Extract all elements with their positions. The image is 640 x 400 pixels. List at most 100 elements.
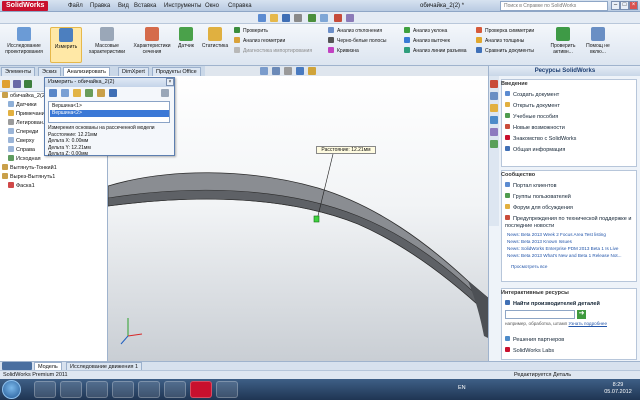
news-item[interactable]: News: Beta 2013 Known Issues <box>507 239 572 246</box>
measure-button[interactable]: Измерить <box>50 27 82 63</box>
tree-item[interactable]: Вытянуть-Тонкий1 <box>2 164 57 172</box>
custom-properties-icon[interactable] <box>490 140 498 148</box>
section-properties-button[interactable]: Характеристики сечения <box>130 27 174 55</box>
link-partner-solutions[interactable]: Решения партнеров <box>505 336 564 344</box>
menu-edit[interactable]: Правка <box>90 2 110 10</box>
system-clock[interactable]: 8:29 05.07.2012 <box>600 382 636 396</box>
tree-item[interactable]: обичайка_2(2) <box>2 92 47 100</box>
minimize-icon[interactable]: – <box>611 1 620 10</box>
import-diagnostics-button[interactable]: Диагностика импортирования <box>234 47 312 55</box>
paint-taskbar-icon[interactable] <box>216 381 238 398</box>
draft-analysis-button[interactable]: Анализ уклона <box>404 27 447 35</box>
link-support-news[interactable]: Предупреждения по технической поддержке … <box>505 215 633 230</box>
solidworks-taskbar-icon[interactable] <box>190 381 212 398</box>
messenger-taskbar-icon[interactable] <box>164 381 186 398</box>
link-discussion-forum[interactable]: Форум для обсуждения <box>505 204 573 212</box>
tab-evaluate[interactable]: Анализировать <box>63 67 110 76</box>
property-manager-icon[interactable] <box>13 80 21 88</box>
rebuild-icon[interactable] <box>334 14 342 22</box>
save-sensor-icon[interactable] <box>109 89 117 97</box>
curvature-button[interactable]: Кривизна <box>328 47 359 55</box>
resources-icon[interactable] <box>490 80 498 88</box>
thickness-analysis-button[interactable]: Анализ толщины <box>476 37 524 45</box>
symmetry-check-button[interactable]: Проверка симметрии <box>476 27 534 35</box>
explorer-folder-taskbar-icon[interactable] <box>86 381 108 398</box>
tree-item[interactable]: Справа <box>8 146 35 154</box>
link-customer-portal[interactable]: Портал клиентов <box>505 182 557 190</box>
link-whats-new[interactable]: Новые возможности <box>505 124 565 132</box>
selected-vertex[interactable] <box>313 215 320 223</box>
select-icon[interactable] <box>320 14 328 22</box>
list-item[interactable]: Вершина<1> <box>50 103 169 110</box>
link-new-document[interactable]: Создать документ <box>505 91 559 99</box>
tab-sketch[interactable]: Эскиз <box>38 67 61 76</box>
deviation-analysis-button[interactable]: Анализ отклонения <box>328 27 382 35</box>
point-to-point-icon[interactable] <box>85 89 93 97</box>
start-button[interactable] <box>2 380 21 399</box>
view-all-link[interactable]: Просмотреть все <box>511 264 547 271</box>
close-icon[interactable]: × <box>629 1 638 10</box>
tree-item[interactable]: Вырез-Вытянуть1 <box>2 173 55 181</box>
dialog-close-icon[interactable]: × <box>166 78 174 86</box>
tree-item[interactable]: Сверху <box>8 137 34 145</box>
file-explorer-icon[interactable] <box>490 104 498 112</box>
tree-item[interactable]: Спереди <box>8 128 38 136</box>
design-library-icon[interactable] <box>490 92 498 100</box>
learn-more-link[interactable]: Узнать подробнее <box>568 321 607 326</box>
maximize-icon[interactable]: □ <box>620 1 629 10</box>
tab-nav-arrows[interactable] <box>2 362 32 370</box>
opera-taskbar-icon[interactable] <box>138 381 160 398</box>
menu-tools[interactable]: Инструменты <box>164 2 201 10</box>
new-icon[interactable] <box>258 14 266 22</box>
undo-icon[interactable] <box>308 14 316 22</box>
design-study-button[interactable]: Исследование проектирования <box>2 27 46 55</box>
view-orientation-icon[interactable] <box>296 67 304 75</box>
configuration-manager-icon[interactable] <box>24 80 32 88</box>
menu-view[interactable]: Вид <box>118 2 129 10</box>
language-indicator[interactable]: EN <box>458 385 466 391</box>
news-item[interactable]: News: Beta 2013 What's New and Beta 1 Re… <box>507 253 622 260</box>
selection-list[interactable]: Вершина<1> Вершина<2> <box>48 101 170 123</box>
zoom-fit-icon[interactable] <box>260 67 268 75</box>
view-palette-icon[interactable] <box>490 116 498 124</box>
link-user-groups[interactable]: Группы пользователей <box>505 193 571 201</box>
appearances-icon[interactable] <box>490 128 498 136</box>
print-icon[interactable] <box>294 14 302 22</box>
save-icon[interactable] <box>282 14 290 22</box>
tree-item[interactable]: Фаска1 <box>8 182 35 190</box>
zebra-stripes-button[interactable]: Черно-белые полосы <box>328 37 386 45</box>
parting-line-analysis-button[interactable]: Анализ линии разъема <box>404 47 467 55</box>
geometry-analysis-button[interactable]: Анализ геометрии <box>234 37 285 45</box>
statistics-button[interactable]: Статистика <box>198 27 232 49</box>
undercut-analysis-button[interactable]: Анализ выточек <box>404 37 450 45</box>
zoom-area-icon[interactable] <box>272 67 280 75</box>
display-style-icon[interactable] <box>308 67 316 75</box>
tree-item[interactable]: Датчики <box>8 101 37 109</box>
tree-item[interactable]: Легирован... <box>8 119 47 127</box>
feature-manager-icon[interactable] <box>2 80 10 88</box>
show-xyz-icon[interactable] <box>73 89 81 97</box>
check-button[interactable]: Проверить <box>234 27 268 35</box>
units-icon[interactable] <box>61 89 69 97</box>
compare-documents-button[interactable]: Сравнить документы <box>476 47 534 55</box>
menu-help[interactable]: Справка <box>228 2 252 10</box>
solidworks-logo[interactable]: SolidWorks <box>2 1 49 11</box>
news-item[interactable]: News: SolidWorks Enterprise PDM 2013 Bet… <box>507 246 619 253</box>
options-icon[interactable] <box>346 14 354 22</box>
news-item[interactable]: News: Beta 2013 Week 2 Focus Area Test l… <box>507 232 606 239</box>
arc-options-icon[interactable] <box>49 89 57 97</box>
link-solidworks-labs[interactable]: SolidWorks Labs <box>505 347 554 355</box>
go-arrow-icon[interactable]: ➜ <box>577 310 586 319</box>
media-player-taskbar-icon[interactable] <box>60 381 82 398</box>
menu-file[interactable]: Файл <box>68 2 83 10</box>
menu-insert[interactable]: Вставка <box>134 2 156 10</box>
projection-icon[interactable] <box>97 89 105 97</box>
tree-item[interactable]: Исходная <box>8 155 41 163</box>
link-tutorials[interactable]: Учебные пособия <box>505 113 558 121</box>
sensor-button[interactable]: Датчик <box>175 27 197 49</box>
tab-model[interactable]: Модель <box>34 362 62 370</box>
menu-window[interactable]: Окно <box>205 2 219 10</box>
collapse-icon[interactable] <box>161 89 169 97</box>
assistant-button[interactable]: Помощ не вклю... <box>582 27 614 55</box>
help-search-input[interactable]: Поиск в Справке по SolidWorks <box>500 1 608 11</box>
